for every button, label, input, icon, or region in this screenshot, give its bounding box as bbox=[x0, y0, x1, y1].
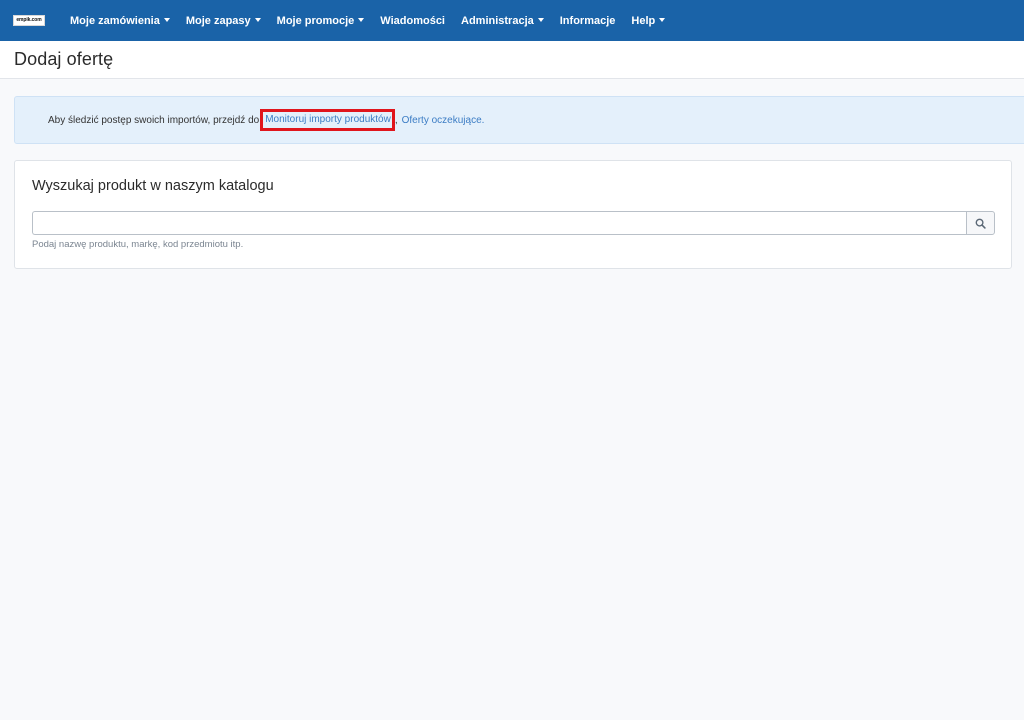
pending-offers-link[interactable]: Oferty oczekujące. bbox=[402, 115, 485, 126]
search-icon bbox=[975, 218, 986, 229]
nav-item-help[interactable]: Help bbox=[623, 0, 673, 41]
nav-item-label: Informacje bbox=[559, 14, 616, 27]
top-navbar: empik.com Moje zamówienia Moje zapasy Mo… bbox=[0, 0, 1024, 41]
search-button[interactable] bbox=[966, 211, 995, 235]
monitor-imports-link[interactable]: Monitoruj importy produktów bbox=[265, 114, 391, 125]
nav-item-label: Moje zapasy bbox=[185, 14, 251, 27]
info-alert: Aby śledzić postęp swoich importów, prze… bbox=[14, 96, 1024, 144]
nav-item-label: Administracja bbox=[461, 14, 534, 27]
caret-down-icon bbox=[537, 17, 544, 22]
search-card-title: Wyszukaj produkt w naszym katalogu bbox=[32, 178, 274, 194]
alert-separator: , bbox=[394, 114, 398, 126]
alert-text: Aby śledzić postęp swoich importów, prze… bbox=[48, 114, 260, 126]
caret-down-icon bbox=[659, 17, 666, 22]
search-input-group bbox=[32, 211, 995, 235]
main-nav: Moje zamówienia Moje zapasy Moje promocj… bbox=[62, 0, 673, 41]
brand-logo-text: empik.com bbox=[16, 17, 42, 23]
alert-message: Aby śledzić postęp swoich importów, prze… bbox=[48, 109, 484, 131]
link-highlight-box: Monitoruj importy produktów bbox=[260, 109, 395, 131]
nav-item-administracja[interactable]: Administracja bbox=[453, 0, 552, 41]
nav-item-wiadomosci[interactable]: Wiadomości bbox=[372, 0, 453, 41]
nav-item-label: Wiadomości bbox=[380, 14, 445, 27]
search-card: Wyszukaj produkt w naszym katalogu Podaj… bbox=[14, 160, 1012, 269]
nav-item-moje-zapasy[interactable]: Moje zapasy bbox=[178, 0, 269, 41]
nav-item-label: Help bbox=[631, 14, 656, 27]
nav-item-moje-zamowienia[interactable]: Moje zamówienia bbox=[62, 0, 178, 41]
nav-item-informacje[interactable]: Informacje bbox=[552, 0, 624, 41]
search-help-text: Podaj nazwę produktu, markę, kod przedmi… bbox=[32, 239, 244, 250]
caret-down-icon bbox=[163, 17, 170, 22]
caret-down-icon bbox=[254, 17, 261, 22]
nav-item-label: Moje zamówienia bbox=[70, 14, 160, 27]
caret-down-icon bbox=[358, 17, 365, 22]
page-header: Dodaj ofertę bbox=[0, 41, 1024, 79]
nav-item-label: Moje promocje bbox=[276, 14, 355, 27]
brand-logo[interactable]: empik.com bbox=[13, 15, 45, 26]
product-search-input[interactable] bbox=[32, 211, 966, 235]
nav-item-moje-promocje[interactable]: Moje promocje bbox=[269, 0, 373, 41]
page-title: Dodaj ofertę bbox=[14, 49, 114, 69]
